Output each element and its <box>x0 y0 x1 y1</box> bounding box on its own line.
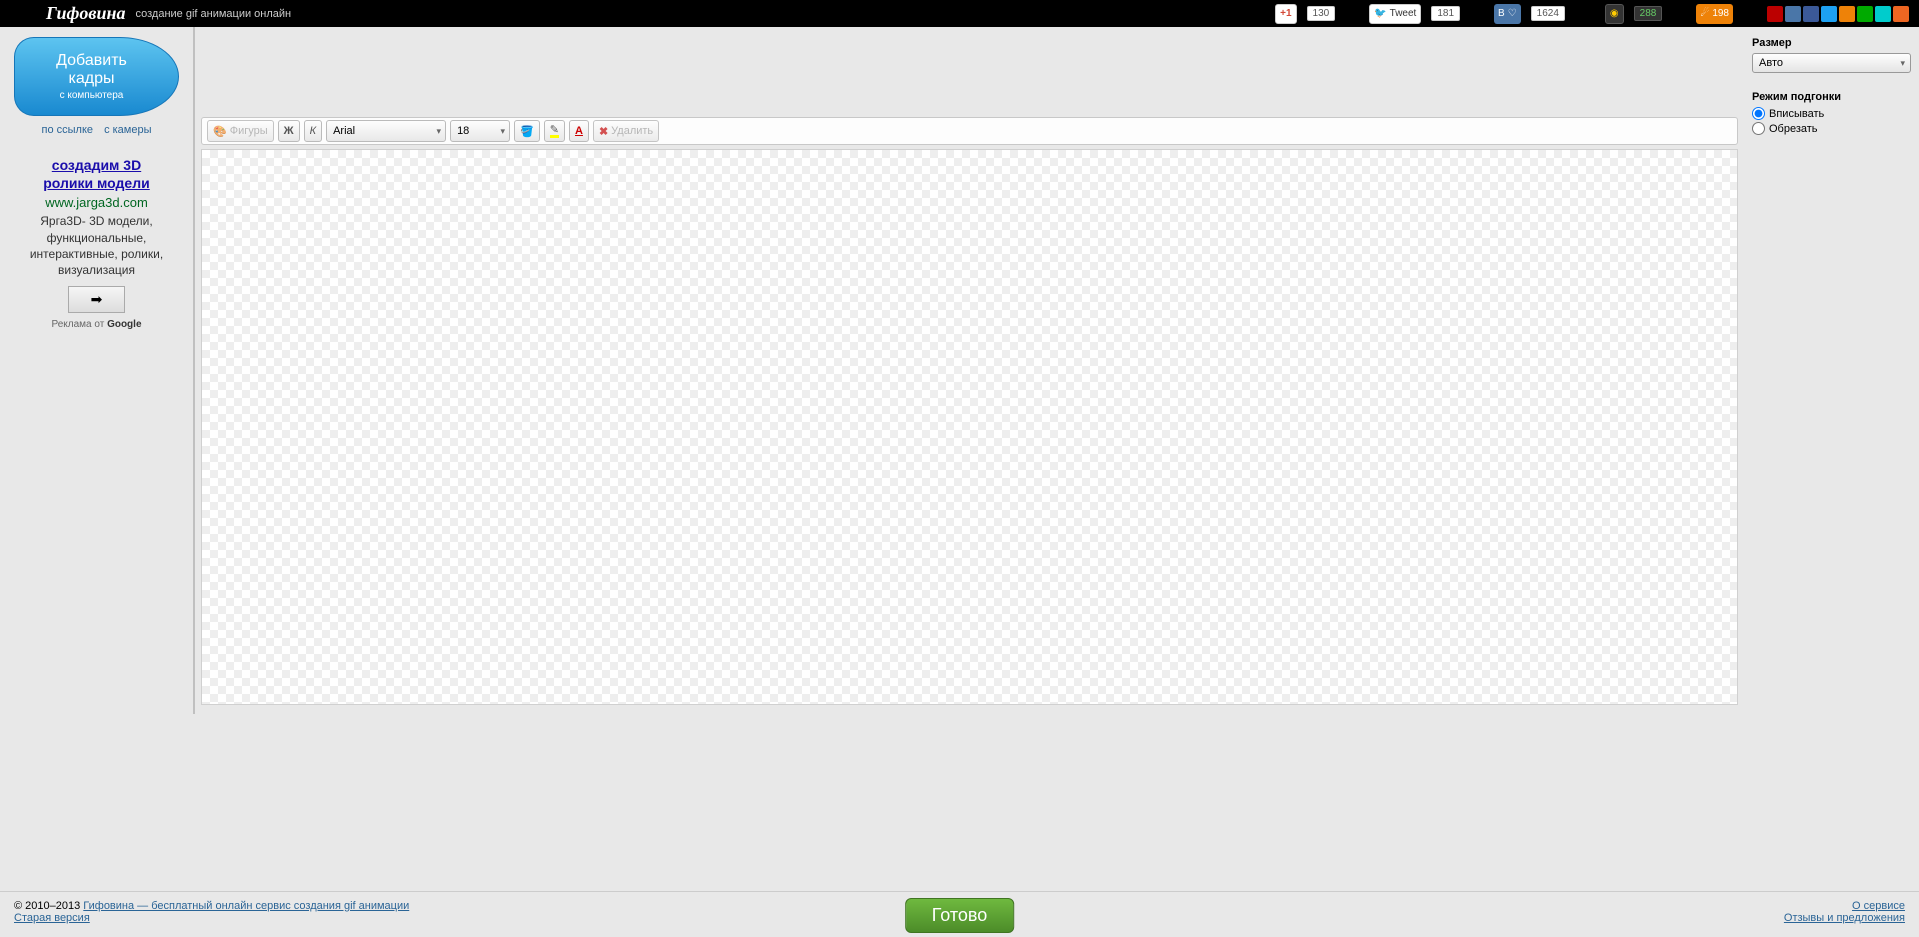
main-layout: Добавить кадры с компьютера по ссылке с … <box>0 27 1919 714</box>
font-value: Arial <box>333 125 355 137</box>
add-frames-title: Добавить кадры <box>35 52 148 88</box>
ok-share-icon[interactable] <box>1839 6 1855 22</box>
feedback-link[interactable]: Отзывы и предложения <box>1784 912 1905 924</box>
highlighter-icon: ✎ <box>550 125 559 138</box>
editor-area: 🎨 Фигуры Ж К Arial 18 🪣 ✎ A ✖ Удалить <box>195 27 1744 714</box>
text-color-icon: A <box>575 125 583 137</box>
fit-inscribe-option[interactable]: Вписывать <box>1752 107 1911 120</box>
add-frames-subtitle: с компьютера <box>35 90 148 101</box>
tweet-label: Tweet <box>1390 8 1417 19</box>
share-icons-group <box>1767 6 1909 22</box>
ok-count: 198 <box>1712 8 1729 19</box>
footer: © 2010–2013 Гифовина — бесплатный онлайн… <box>0 891 1919 937</box>
ya-share-icon[interactable] <box>1767 6 1783 22</box>
delete-button[interactable]: ✖ Удалить <box>593 120 659 142</box>
gplus-button[interactable]: +1 <box>1275 4 1296 24</box>
tw-share-icon[interactable] <box>1821 6 1837 22</box>
add-frames-button[interactable]: Добавить кадры с компьютера <box>14 37 179 116</box>
donate-button[interactable]: ◉ <box>1605 4 1624 24</box>
footer-left: © 2010–2013 Гифовина — бесплатный онлайн… <box>14 900 1784 924</box>
gplus-icon: +1 <box>1280 8 1291 19</box>
site-logo[interactable]: Гифовина <box>46 3 125 24</box>
coin-icon: ◉ <box>1610 8 1619 19</box>
fit-inscribe-radio[interactable] <box>1752 107 1765 120</box>
left-sidebar: Добавить кадры с компьютера по ссылке с … <box>0 27 195 714</box>
ad-title-link[interactable]: создадим 3D ролики модели <box>43 157 149 191</box>
size-group: Размер Авто <box>1752 37 1911 73</box>
ok-button[interactable]: ☄ 198 <box>1696 4 1733 24</box>
gplus-count: 130 <box>1307 6 1336 21</box>
italic-button[interactable]: К <box>304 120 322 142</box>
ad-arrow-button[interactable]: ➡ <box>68 286 126 313</box>
tweet-button[interactable]: 🐦 Tweet <box>1369 4 1421 24</box>
site-tagline: создание gif анимации онлайн <box>135 8 291 20</box>
fit-inscribe-label: Вписывать <box>1769 108 1824 120</box>
donate-count: 288 <box>1634 6 1663 21</box>
twitter-icon: 🐦 <box>1374 8 1386 19</box>
ad-url: www.jarga3d.com <box>14 195 179 210</box>
old-version-link[interactable]: Старая версия <box>14 912 90 924</box>
right-settings-panel: Размер Авто Режим подгонки Вписывать Обр… <box>1744 27 1919 714</box>
ad-description: Ярга3D- 3D модели, функциональные, интер… <box>14 213 179 278</box>
copyright-text: © 2010–2013 <box>14 900 83 912</box>
size-select[interactable]: Авто <box>1752 53 1911 73</box>
heart-icon: ♡ <box>1508 8 1517 19</box>
about-link[interactable]: О сервисе <box>1852 900 1905 912</box>
ad-title-line1: создадим 3D <box>52 157 141 173</box>
palette-icon: 🎨 <box>213 125 227 138</box>
vk-label: В <box>1498 8 1505 19</box>
fit-crop-option[interactable]: Обрезать <box>1752 122 1911 135</box>
lj-share-icon[interactable] <box>1875 6 1891 22</box>
highlight-color-button[interactable]: ✎ <box>544 120 565 142</box>
editor-toolbar: 🎨 Фигуры Ж К Arial 18 🪣 ✎ A ✖ Удалить <box>201 117 1738 145</box>
social-widgets: +1 130 🐦 Tweet 181 В ♡ 1624 ◉ 288 ☄ 198 <box>1275 4 1909 24</box>
paint-bucket-icon: 🪣 <box>520 125 534 138</box>
vk-count: 1624 <box>1531 6 1565 21</box>
ad-title-line2: ролики модели <box>43 175 149 191</box>
fit-mode-group: Режим подгонки Вписывать Обрезать <box>1752 91 1911 135</box>
fb-share-icon[interactable] <box>1803 6 1819 22</box>
ready-button[interactable]: Готово <box>905 898 1015 933</box>
vk-button[interactable]: В ♡ <box>1494 4 1521 24</box>
ok-icon: ☄ <box>1700 8 1709 19</box>
font-select[interactable]: Arial <box>326 120 446 142</box>
close-icon: ✖ <box>599 125 608 138</box>
add-frames-sublinks: по ссылке с камеры <box>14 124 179 136</box>
fit-crop-radio[interactable] <box>1752 122 1765 135</box>
tweet-count: 181 <box>1431 6 1460 21</box>
ad-attribution: Реклама от Google <box>14 319 179 330</box>
plus-share-icon[interactable] <box>1893 6 1909 22</box>
from-camera-link[interactable]: с камеры <box>104 124 151 136</box>
fit-mode-label: Режим подгонки <box>1752 91 1911 103</box>
fit-crop-label: Обрезать <box>1769 123 1818 135</box>
size-label: Размер <box>1752 37 1911 49</box>
size-value: Авто <box>1759 57 1783 69</box>
font-size-select[interactable]: 18 <box>450 120 510 142</box>
delete-label: Удалить <box>611 125 653 137</box>
shapes-label: Фигуры <box>230 125 268 137</box>
mail-share-icon[interactable] <box>1857 6 1873 22</box>
bold-button[interactable]: Ж <box>278 120 300 142</box>
shapes-button[interactable]: 🎨 Фигуры <box>207 120 274 142</box>
footer-main-link[interactable]: Гифовина — бесплатный онлайн сервис созд… <box>83 900 409 912</box>
canvas-area[interactable] <box>201 149 1738 705</box>
vk-share-icon[interactable] <box>1785 6 1801 22</box>
by-url-link[interactable]: по ссылке <box>41 124 93 136</box>
top-header: Гифовина создание gif анимации онлайн +1… <box>0 0 1919 27</box>
font-size-value: 18 <box>457 125 469 137</box>
text-color-button[interactable]: A <box>569 120 589 142</box>
ad-block: создадим 3D ролики модели www.jarga3d.co… <box>14 156 179 330</box>
fill-color-button[interactable]: 🪣 <box>514 120 540 142</box>
footer-right: О сервисе Отзывы и предложения <box>1784 900 1905 924</box>
